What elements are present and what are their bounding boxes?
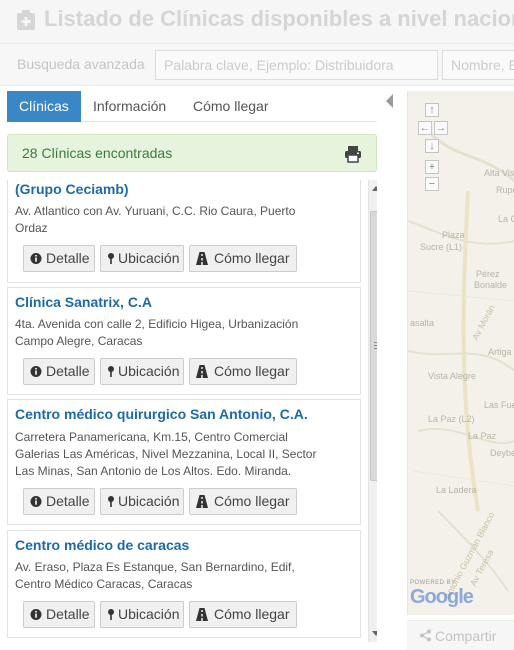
info-icon xyxy=(30,609,42,620)
map-label: Rupe xyxy=(496,185,514,195)
directions-button[interactable]: Cómo llegar xyxy=(189,358,297,385)
info-icon xyxy=(30,496,42,507)
scroll-thumb[interactable] xyxy=(370,211,377,481)
map-pan-left-button[interactable]: ← xyxy=(418,121,432,135)
info-icon xyxy=(30,366,42,377)
advanced-search-label: Busqueda avanzada xyxy=(17,56,145,72)
road-icon xyxy=(196,495,208,508)
page-header: Listado de Clínicas disponibles a nivel … xyxy=(0,0,514,44)
map-label: Artiga xyxy=(488,347,512,357)
print-icon[interactable] xyxy=(344,145,362,163)
hospital-icon xyxy=(17,10,35,30)
road-icon xyxy=(196,365,208,378)
advanced-search: Busqueda avanzada xyxy=(0,44,514,86)
clinic-name-link[interactable]: Clínica Sanatrix, C.A xyxy=(15,294,152,310)
map-pan-down-button[interactable]: ↓ xyxy=(425,139,439,153)
map-label: Bonalde xyxy=(474,280,508,290)
clinic-name-link[interactable]: (Grupo Ceciamb) xyxy=(15,181,129,197)
location-button[interactable]: Ubicación xyxy=(100,488,184,515)
directions-button[interactable]: Cómo llegar xyxy=(189,488,297,515)
directions-label: Cómo llegar xyxy=(214,493,290,509)
map-label: Las Fuen xyxy=(484,400,514,410)
map-label: Alta Vista xyxy=(484,168,514,178)
road-icon xyxy=(196,252,208,265)
detail-label: Detalle xyxy=(46,606,90,622)
share-bar: Compartir xyxy=(407,620,514,650)
map-pan-up-button[interactable]: ↑ xyxy=(425,103,439,117)
map-zoom-out-button[interactable]: − xyxy=(425,177,439,191)
directions-button[interactable]: Cómo llegar xyxy=(189,601,297,628)
page-title: Listado de Clínicas disponibles a nivel … xyxy=(44,6,514,31)
clinic-name-link[interactable]: Centro médico quirurgico San Antonio, C.… xyxy=(15,406,308,422)
location-button[interactable]: Ubicación xyxy=(100,601,184,628)
map-label: Vista Alegre xyxy=(428,371,476,381)
clinic-card: (Grupo Ceciamb) Av. Atlantico con Av. Yu… xyxy=(7,180,361,283)
scroll-down-arrow-icon[interactable] xyxy=(372,631,377,636)
tab-clinicas[interactable]: Clínicas xyxy=(7,91,81,122)
map-pan-right-button[interactable]: → xyxy=(434,121,448,135)
name-search-input[interactable] xyxy=(442,50,514,80)
map-label: asalta xyxy=(410,318,435,328)
map-label: La Ladera xyxy=(436,485,477,495)
map-label: La Ce xyxy=(498,214,514,224)
location-label: Ubicación xyxy=(118,363,180,379)
results-banner: 28 Clínicas encontradas xyxy=(7,134,377,172)
detail-label: Detalle xyxy=(46,493,90,509)
location-button[interactable]: Ubicación xyxy=(100,358,184,385)
share-button[interactable]: Compartir xyxy=(435,628,496,644)
directions-button[interactable]: Cómo llegar xyxy=(189,245,297,272)
share-icon[interactable] xyxy=(419,629,432,642)
tab-bar: Clínicas Información Cómo llegar xyxy=(7,91,377,122)
detail-label: Detalle xyxy=(46,363,90,379)
clinic-address: Av. Atlantico con Av. Yuruani, C.C. Rio … xyxy=(15,204,296,235)
collapse-panel-icon[interactable] xyxy=(386,94,393,108)
clinic-address: Carretera Panamericana, Km.15, Centro Co… xyxy=(15,430,317,478)
map-label: La Paz (L2) xyxy=(428,414,475,424)
google-logo: Google xyxy=(410,586,474,608)
results-count: 28 Clínicas encontradas xyxy=(22,145,173,161)
info-icon xyxy=(30,253,42,264)
map-zoom-in-button[interactable]: + xyxy=(425,160,439,174)
clinic-name-link[interactable]: Centro médico de caracas xyxy=(15,537,189,553)
directions-label: Cómo llegar xyxy=(214,606,290,622)
directions-label: Cómo llegar xyxy=(214,250,290,266)
location-button[interactable]: Ubicación xyxy=(100,245,184,272)
location-label: Ubicación xyxy=(118,493,180,509)
map-view[interactable]: Alta Vista Rupe La Ce Plaza Sucre (L1) P… xyxy=(407,91,514,615)
detail-button[interactable]: Detalle xyxy=(23,488,95,515)
scroll-up-arrow-icon[interactable] xyxy=(372,186,377,191)
map-label: Pérez xyxy=(476,269,500,279)
detail-label: Detalle xyxy=(46,250,90,266)
detail-button[interactable]: Detalle xyxy=(23,601,95,628)
clinic-card: Clínica Sanatrix, C.A 4ta. Avenida con c… xyxy=(7,287,361,395)
tab-informacion[interactable]: Información xyxy=(81,91,178,122)
tab-como-llegar[interactable]: Cómo llegar xyxy=(181,91,280,122)
clinic-list: (Grupo Ceciamb) Av. Atlantico con Av. Yu… xyxy=(7,180,377,642)
list-scrollbar[interactable] xyxy=(368,180,377,642)
location-label: Ubicación xyxy=(118,250,180,266)
road-icon xyxy=(196,608,208,621)
detail-button[interactable]: Detalle xyxy=(23,245,95,272)
clinic-card: Centro médico de caracas Av. Eraso, Plaz… xyxy=(7,530,361,638)
location-label: Ubicación xyxy=(118,606,180,622)
map-label: Sucre (L1) xyxy=(420,242,463,252)
clinic-address: 4ta. Avenida con calle 2, Edificio Higea… xyxy=(15,317,299,348)
detail-button[interactable]: Detalle xyxy=(23,358,95,385)
map-label: Plaza xyxy=(442,230,465,240)
map-label: Deybe xyxy=(490,448,514,458)
directions-label: Cómo llegar xyxy=(214,363,290,379)
clinic-address: Av. Eraso, Plaza Es Estanque, San Bernar… xyxy=(15,560,295,591)
map-label: La Paz xyxy=(468,431,497,441)
clinic-card: Centro médico quirurgico San Antonio, C.… xyxy=(7,399,361,525)
keyword-search-input[interactable] xyxy=(155,50,438,80)
